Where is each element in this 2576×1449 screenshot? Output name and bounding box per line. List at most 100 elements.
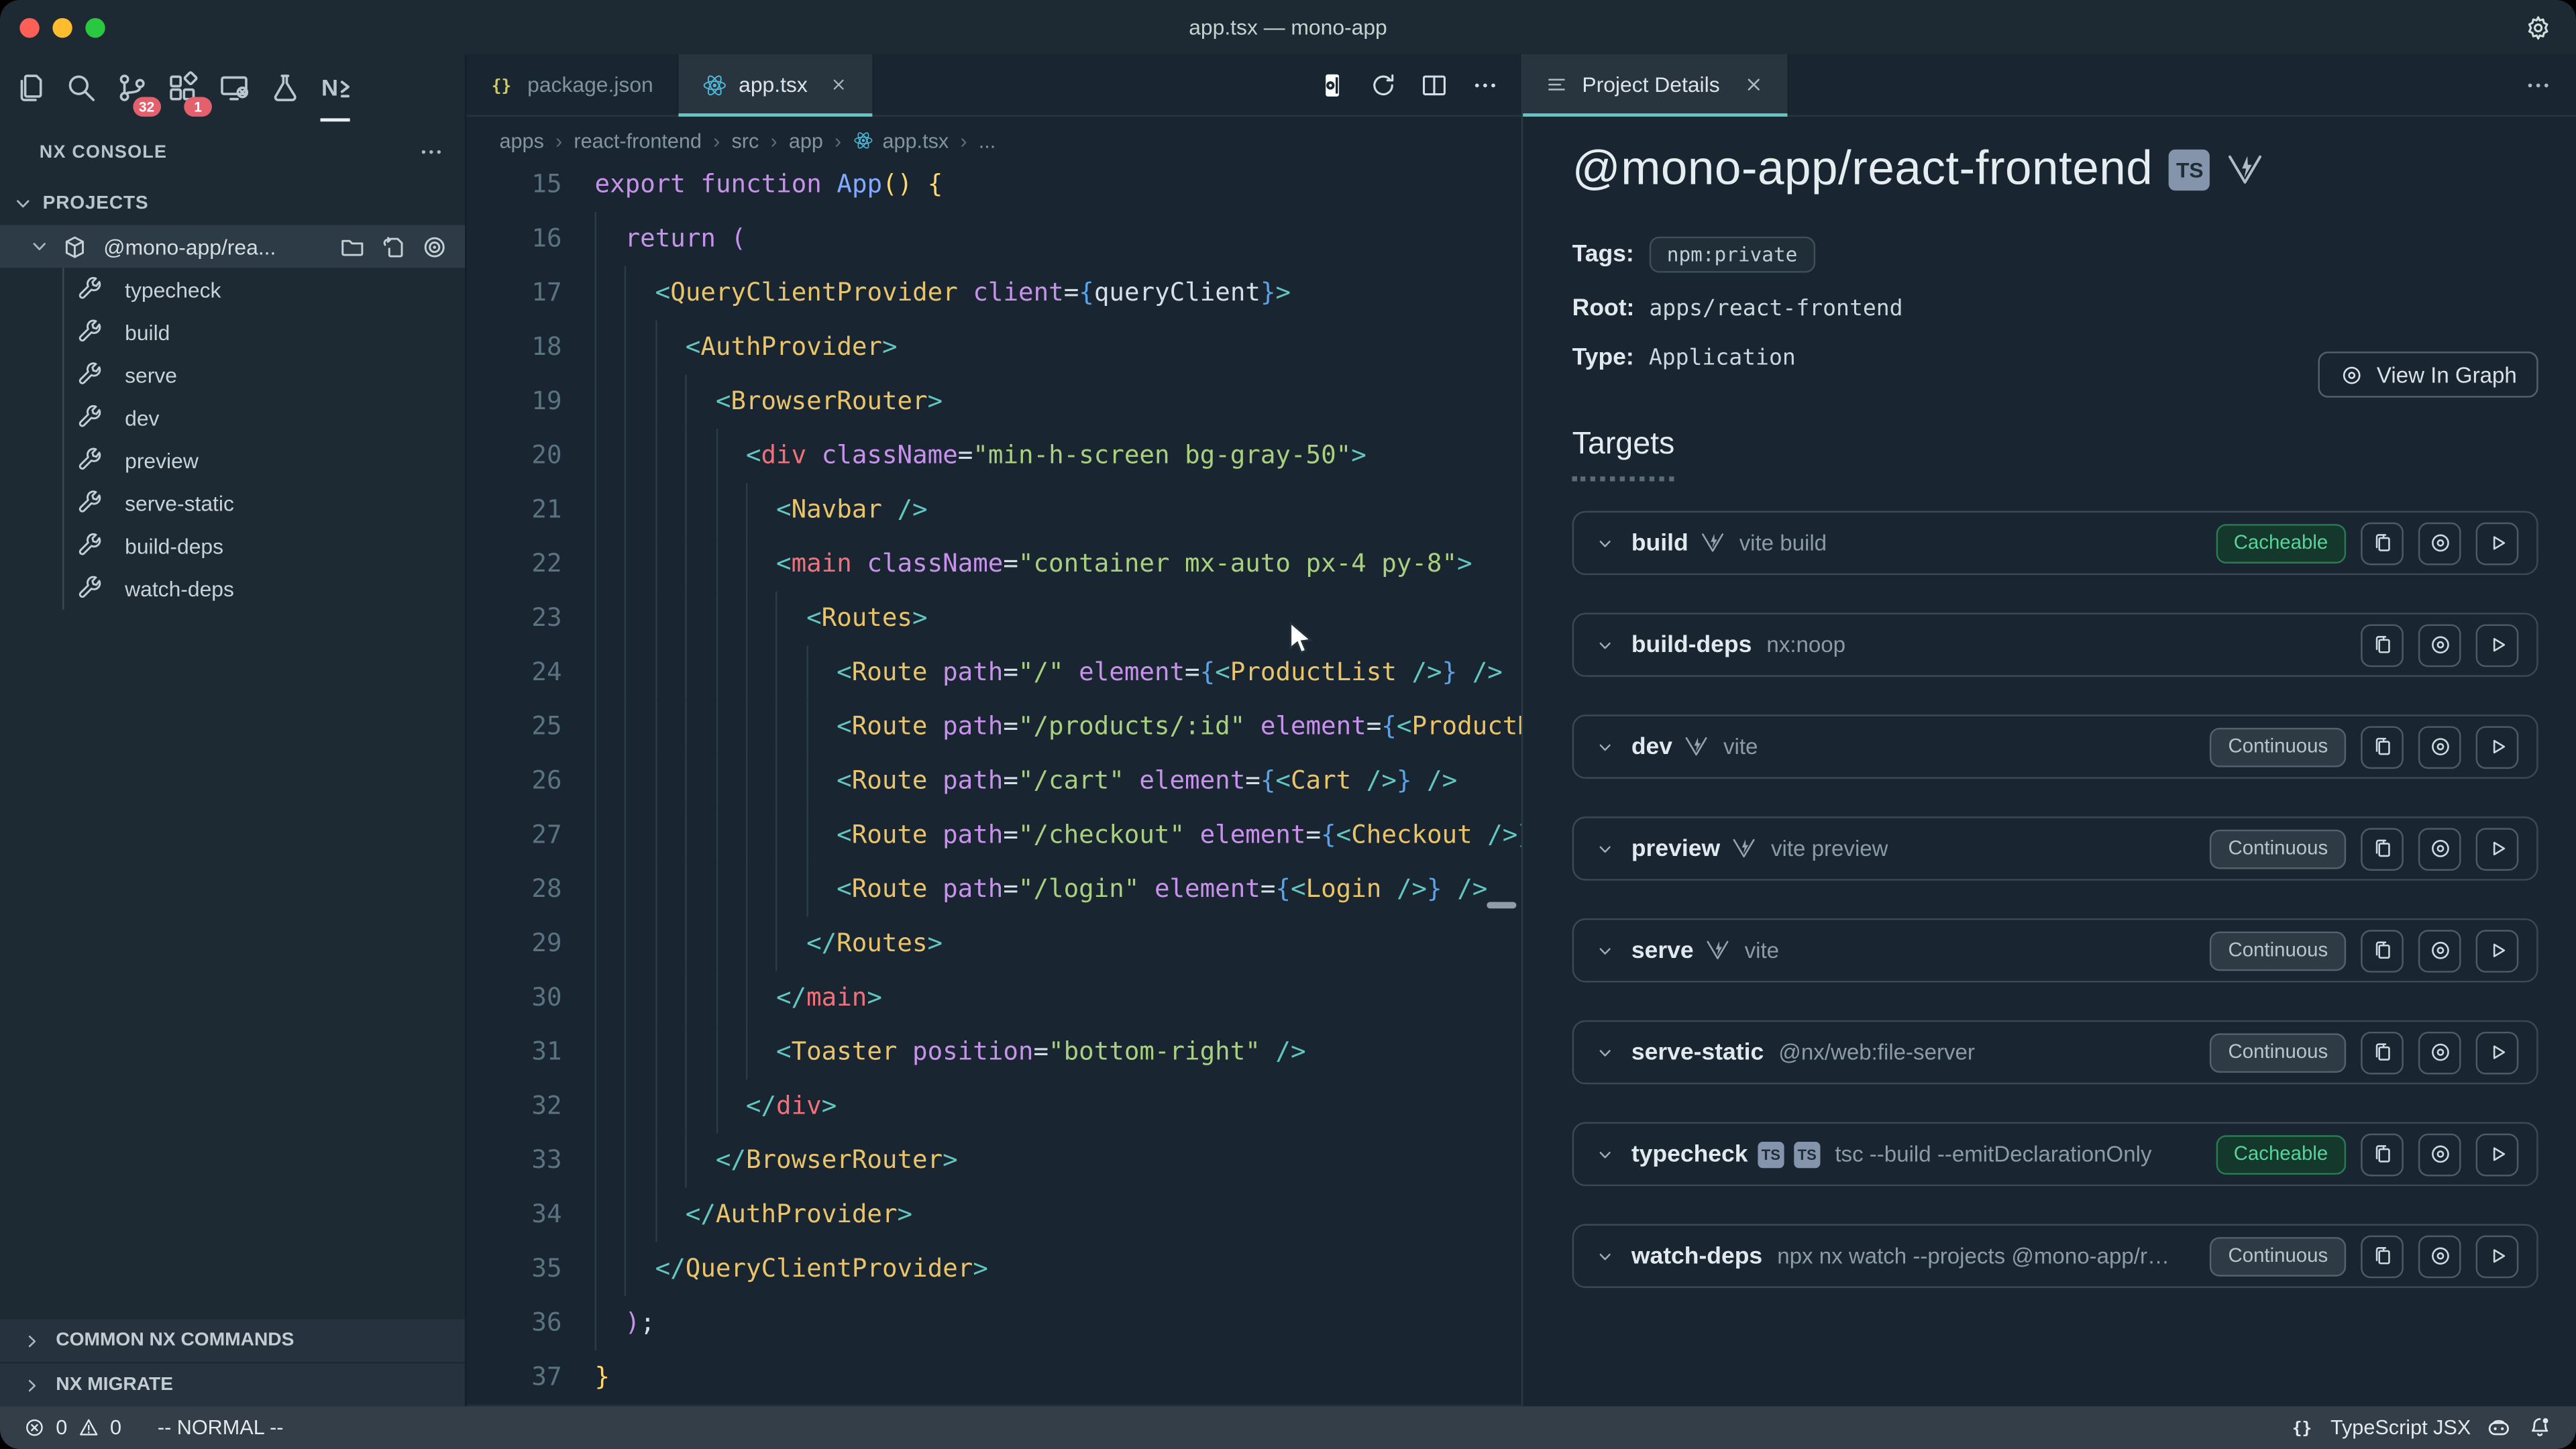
chevron-down-icon[interactable]: [1594, 735, 1617, 758]
breadcrumb-item[interactable]: react-frontend: [574, 129, 702, 152]
error-count[interactable]: 0: [56, 1416, 67, 1439]
view-in-graph-button[interactable]: View In Graph: [2318, 352, 2538, 398]
run-target-button[interactable]: [2476, 623, 2519, 666]
sidebar-section-nx-migrate[interactable]: NX MIGRATE: [0, 1362, 465, 1406]
code-line: 37}: [467, 1350, 1521, 1405]
badge-cacheable: Cacheable: [2216, 1134, 2346, 1174]
sidebar-target-serve-static[interactable]: serve-static: [0, 482, 465, 525]
tab-app.tsx[interactable]: app.tsx: [678, 54, 873, 115]
close-icon[interactable]: [1741, 72, 1766, 97]
badge-continuous: Continuous: [2210, 930, 2347, 970]
breadcrumb-item[interactable]: ...: [979, 129, 996, 152]
target-icon[interactable]: [421, 233, 449, 261]
run-target-button[interactable]: [2476, 929, 2519, 972]
targets-list: buildvite buildCacheable build-depsnx:noo…: [1572, 511, 2538, 1288]
code-line: 24<Route path="/" element={<ProductList …: [467, 645, 1521, 700]
breadcrumb-item[interactable]: app: [789, 129, 823, 152]
open-project-details-icon[interactable]: [1318, 70, 1347, 99]
settings-gear-icon[interactable]: [2524, 13, 2553, 43]
warnings-icon[interactable]: [77, 1416, 100, 1439]
panel-more-actions-icon[interactable]: [2524, 70, 2553, 99]
run-target-button[interactable]: [2476, 522, 2519, 565]
view-in-graph-button[interactable]: [2418, 1031, 2461, 1074]
view-in-graph-button[interactable]: [2418, 827, 2461, 870]
projects-section-header[interactable]: PROJECTS: [0, 182, 465, 225]
copy-task-button[interactable]: [2361, 827, 2404, 870]
target-card-preview[interactable]: previewvite previewContinuous: [1572, 816, 2538, 881]
warning-count[interactable]: 0: [110, 1416, 121, 1439]
sidebar-section-common-nx-commands[interactable]: COMMON NX COMMANDS: [0, 1318, 465, 1362]
target-card-build-deps[interactable]: build-depsnx:noop: [1572, 612, 2538, 677]
copy-task-button[interactable]: [2361, 1133, 2404, 1176]
sidebar-target-watch-deps[interactable]: watch-deps: [0, 567, 465, 610]
copy-task-button[interactable]: [2361, 522, 2404, 565]
close-icon[interactable]: [827, 74, 849, 95]
tab-package.json[interactable]: {}package.json: [467, 54, 678, 115]
activity-remote-window-icon[interactable]: [212, 66, 255, 109]
target-card-typecheck[interactable]: typecheckTSTStsc --build --emitDeclarati…: [1572, 1122, 2538, 1187]
target-card-serve[interactable]: serveviteContinuous: [1572, 918, 2538, 983]
refresh-icon[interactable]: [1368, 70, 1398, 99]
zoom-window-button[interactable]: [85, 17, 105, 37]
sidebar-target-preview[interactable]: preview: [0, 439, 465, 482]
run-target-button[interactable]: [2476, 1133, 2519, 1176]
view-in-graph-button[interactable]: [2418, 929, 2461, 972]
activity-nx-console-icon[interactable]: N: [314, 66, 357, 109]
activity-search-icon[interactable]: [59, 66, 102, 109]
language-mode[interactable]: TypeScript JSX: [2330, 1416, 2471, 1439]
target-card-build[interactable]: buildvite buildCacheable: [1572, 511, 2538, 576]
more-actions-icon[interactable]: [1470, 70, 1500, 99]
sidebar-target-build-deps[interactable]: build-deps: [0, 524, 465, 567]
run-target-button[interactable]: [2476, 725, 2519, 768]
view-in-graph-button[interactable]: [2418, 623, 2461, 666]
code-editor[interactable]: 15export function App() {16return (17<Qu…: [467, 164, 1521, 1406]
run-target-button[interactable]: [2476, 1234, 2519, 1277]
chevron-down-icon[interactable]: [1594, 531, 1617, 554]
scrollbar-thumb[interactable]: [1487, 902, 1516, 908]
split-editor-icon[interactable]: [1419, 70, 1449, 99]
sidebar-target-serve[interactable]: serve: [0, 354, 465, 396]
chevron-down-icon[interactable]: [1594, 1142, 1617, 1165]
sidebar-project-row[interactable]: @mono-app/rea...: [0, 225, 465, 268]
view-in-graph-button[interactable]: [2418, 522, 2461, 565]
close-window-button[interactable]: [19, 17, 39, 37]
run-target-button[interactable]: [2476, 1031, 2519, 1074]
activity-files-icon[interactable]: [8, 66, 51, 109]
chevron-down-icon[interactable]: [1594, 1244, 1617, 1267]
chevron-down-icon[interactable]: [1594, 837, 1617, 860]
copy-task-button[interactable]: [2361, 1234, 2404, 1277]
activity-test-beaker-icon[interactable]: [263, 66, 306, 109]
breadcrumb-item[interactable]: src: [731, 129, 759, 152]
chevron-down-icon[interactable]: [1594, 1040, 1617, 1063]
sidebar-target-build[interactable]: build: [0, 311, 465, 354]
view-in-graph-button[interactable]: [2418, 1234, 2461, 1277]
target-card-dev[interactable]: devviteContinuous: [1572, 714, 2538, 779]
copy-task-button[interactable]: [2361, 929, 2404, 972]
target-card-watch-deps[interactable]: watch-depsnpx nx watch --projects @mono-…: [1572, 1224, 2538, 1288]
sidebar-target-dev[interactable]: dev: [0, 396, 465, 439]
minimize-window-button[interactable]: [52, 17, 72, 37]
copy-task-button[interactable]: [2361, 725, 2404, 768]
sidebar-target-typecheck[interactable]: typecheck: [0, 268, 465, 311]
tab-project-details[interactable]: Project Details: [1523, 54, 1788, 115]
copy-task-button[interactable]: [2361, 1031, 2404, 1074]
copy-task-button[interactable]: [2361, 623, 2404, 666]
view-in-graph-button[interactable]: [2418, 725, 2461, 768]
chevron-down-icon[interactable]: [1594, 939, 1617, 962]
code-line: 35</QueryClientProvider>: [467, 1242, 1521, 1296]
folder-icon[interactable]: [338, 233, 366, 261]
breadcrumb-item[interactable]: apps: [499, 129, 543, 152]
run-target-button[interactable]: [2476, 827, 2519, 870]
refresh-file-icon[interactable]: [380, 233, 408, 261]
copilot-icon[interactable]: [2485, 1415, 2512, 1441]
breadcrumb-item[interactable]: app.tsx: [853, 129, 949, 152]
activity-extensions-icon[interactable]: 1: [161, 66, 204, 109]
target-card-serve-static[interactable]: serve-static@nx/web:file-serverContinuou…: [1572, 1020, 2538, 1085]
sidebar-more-actions-icon[interactable]: [417, 138, 445, 166]
notifications-bell-icon[interactable]: [2527, 1415, 2553, 1441]
view-in-graph-button[interactable]: [2418, 1133, 2461, 1176]
errors-icon[interactable]: [23, 1416, 46, 1439]
activity-source-control-icon[interactable]: 32: [110, 66, 153, 109]
chevron-down-icon[interactable]: [1594, 633, 1617, 656]
test-beaker-glyph: [267, 70, 301, 104]
